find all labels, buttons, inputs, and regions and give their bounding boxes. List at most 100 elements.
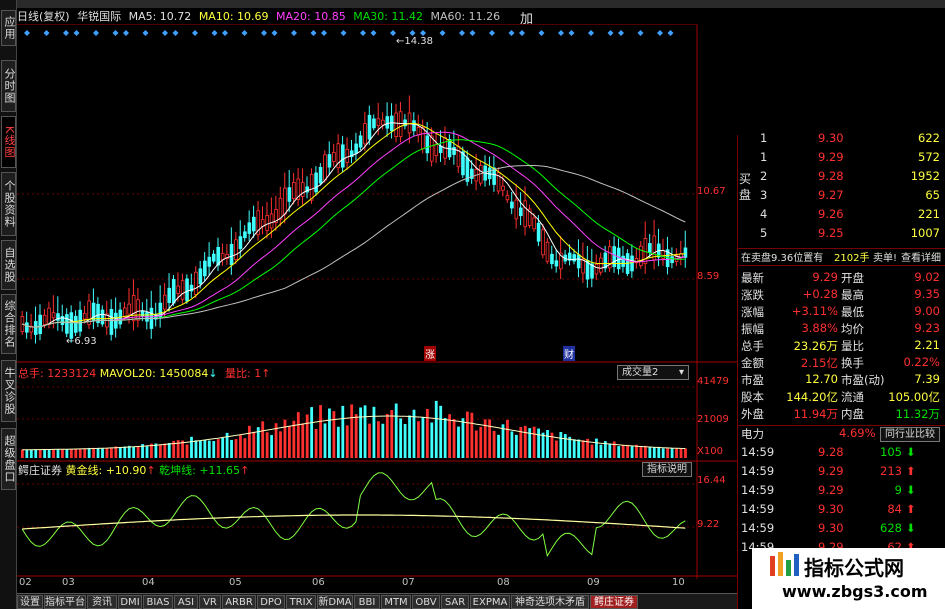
indicator-tab-14[interactable]: SAR	[441, 595, 469, 609]
ma20-label: MA20: 10.85	[276, 10, 346, 23]
indicator-tab-1[interactable]: 指标平台	[44, 595, 86, 609]
date-tick-label: 06	[312, 577, 325, 588]
volume-bar	[341, 405, 345, 458]
indicator-tab-6[interactable]: VR	[199, 595, 221, 609]
candle-body	[367, 114, 372, 140]
max-price-marker: ←14.38	[396, 36, 434, 47]
finance-event-mark[interactable]: 财	[563, 346, 575, 361]
bid-level-row[interactable]: 1 9.29 572	[738, 150, 945, 167]
mavol-line	[22, 415, 686, 451]
top-menu-bar[interactable]	[17, 0, 945, 8]
arrow-down-icon: ⬇	[906, 445, 916, 459]
candle-body	[185, 278, 189, 302]
candle-body	[309, 174, 314, 201]
volume-bar	[461, 418, 465, 458]
bid-price: 9.30	[818, 131, 844, 145]
indicator-tab-4[interactable]: BIAS	[143, 595, 173, 609]
candle-body	[198, 268, 203, 285]
rise-event-mark[interactable]: 涨	[424, 346, 436, 361]
tab-ranking[interactable]: 综合排名	[1, 294, 16, 354]
volume-bar	[359, 407, 362, 458]
candle-body	[220, 252, 225, 261]
volume-bar	[510, 431, 514, 458]
candle-body	[536, 222, 541, 242]
industry-compare-button[interactable]: 同行业比较	[880, 427, 940, 442]
volume-bar	[118, 447, 122, 458]
bid-level-row[interactable]: 4 9.26 221	[738, 207, 945, 224]
volume-bar	[630, 446, 634, 458]
tab-kline[interactable]: K线图	[1, 116, 16, 168]
date-tick-label: 05	[229, 577, 242, 588]
view-detail-link[interactable]: 查看详细	[901, 249, 941, 264]
signal-diamond	[162, 30, 168, 36]
tab-diagnosis[interactable]: 牛叉诊股	[1, 360, 16, 422]
indicator-tab-17[interactable]: 鳄庄证券	[590, 595, 638, 609]
indicator-tab-7[interactable]: ARBR	[222, 595, 256, 609]
volume-bar	[56, 449, 60, 458]
chart-header: 日线(复权) 华锐国际 MA5: 10.72 MA10: 10.69 MA20:…	[17, 8, 537, 25]
volume-bar	[110, 447, 113, 458]
volume-bar	[167, 442, 171, 458]
volume-bar	[675, 448, 678, 458]
candle-body	[429, 135, 434, 162]
indicator-help-button[interactable]: 指标说明	[642, 462, 692, 477]
period-label[interactable]: 日线(复权)	[17, 10, 70, 23]
indicator-tab-12[interactable]: MTM	[381, 595, 411, 609]
industry-change: 4.69%	[839, 426, 876, 440]
pending-order-alert[interactable]: 在卖盘9.36位置有 2102手 卖单! 查看详细	[738, 248, 945, 266]
kline-chart[interactable]	[17, 24, 737, 594]
indicator-tab-2[interactable]: 资讯	[87, 595, 117, 609]
indicator-tab-0[interactable]: 设置	[17, 595, 43, 609]
candle-body	[550, 253, 554, 265]
volume-bar	[368, 423, 371, 458]
tab-stock-info[interactable]: 个股资料	[1, 172, 16, 236]
bid-qty: 65	[925, 188, 940, 202]
volume-bar	[145, 446, 149, 458]
volume-bar	[523, 425, 527, 458]
volume-bar	[221, 437, 225, 458]
indicator-tab-16[interactable]: 神奇选项木矛盾线	[511, 595, 589, 609]
bid-level-row[interactable]: 2 9.28 1952	[738, 169, 945, 186]
indicator-header: 鳄庄证券 黄金线: +10.90↑ 乾坤线: +11.65↑	[18, 464, 250, 477]
candle-body	[407, 112, 412, 134]
indicator-tab-15[interactable]: EXPMA	[470, 595, 510, 609]
indicator-tab-bar: 设置 指标平台 资讯 DMI BIAS ASI VR ARBR DPO TRIX 新DMA BBI MT…	[17, 593, 737, 609]
volume-bar	[199, 440, 202, 458]
volume-bar	[492, 430, 496, 458]
indicator-tab-13[interactable]: OBV	[412, 595, 440, 609]
candle-body	[238, 236, 243, 249]
indicator-tab-10[interactable]: 新DMA	[317, 595, 353, 609]
candle-body	[340, 144, 345, 168]
tab-apps[interactable]: 应用	[1, 10, 16, 46]
bid-level-row[interactable]: 5 9.25 1007	[738, 226, 945, 243]
volume-bar	[247, 425, 251, 458]
indicator-tab-3[interactable]: DMI	[118, 595, 142, 609]
tick-row: 14:59 9.29 9 ⬇	[741, 483, 916, 497]
indicator-tab-11[interactable]: BBI	[354, 595, 380, 609]
volume-bar	[555, 440, 558, 458]
candle-body	[594, 263, 599, 275]
total-volume: 总手: 1233124	[18, 367, 97, 380]
tab-timeshare[interactable]: 分时图	[1, 60, 16, 112]
indicator-tab-8[interactable]: DPO	[257, 595, 285, 609]
watermark-url: www.zbgs3.com	[782, 582, 928, 601]
candle-body	[96, 303, 100, 324]
ma10-line	[22, 122, 686, 328]
bid-level: 1	[760, 150, 768, 164]
signal-diamond	[459, 30, 465, 36]
signal-diamond	[588, 30, 594, 36]
signal-diamond	[439, 30, 446, 36]
bid-level-row[interactable]: 3 9.27 65	[738, 188, 945, 205]
date-tick-label: 07	[402, 577, 415, 588]
volume-selector-button[interactable]: 成交量2 ▾	[617, 365, 689, 380]
volume-bar	[127, 445, 131, 458]
indicator-tab-9[interactable]: TRIX	[286, 595, 316, 609]
bid-level-row[interactable]: 1 9.30 622	[738, 131, 945, 148]
indicator-tab-5[interactable]: ASI	[174, 595, 198, 609]
candle-body	[251, 216, 256, 232]
volume-bar	[190, 436, 193, 458]
arrow-up-icon: ⬆	[906, 464, 916, 478]
candle-body	[452, 147, 456, 155]
tab-super-quote[interactable]: 超级盘口	[1, 428, 16, 490]
tab-watchlist[interactable]: 自选股	[1, 240, 16, 290]
